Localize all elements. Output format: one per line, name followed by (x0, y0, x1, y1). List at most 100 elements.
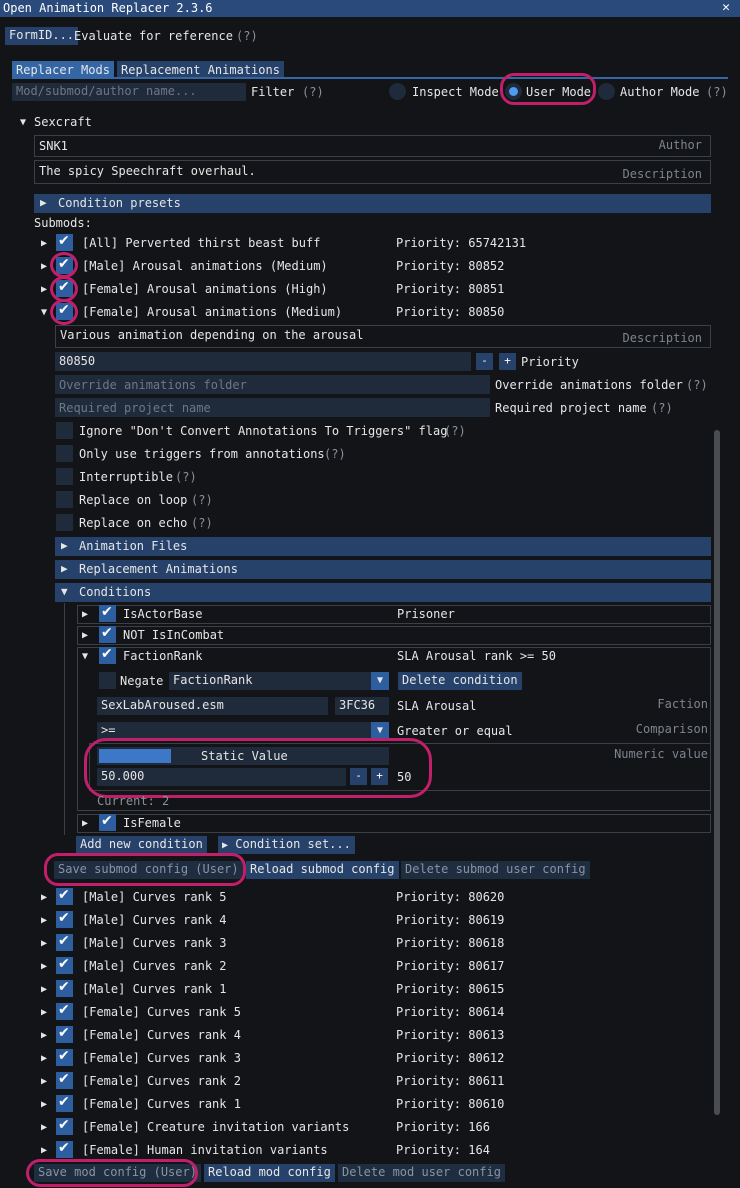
expand-right-icon[interactable]: ▶ (41, 892, 47, 903)
submod-name[interactable]: [Female] Curves rank 3 (82, 1051, 241, 1065)
submod-name[interactable]: [Female] Arousal animations (Medium) (82, 305, 342, 319)
option-help[interactable]: (?) (191, 516, 213, 530)
expand-right-icon[interactable]: ▶ (41, 1053, 47, 1064)
expand-right-icon[interactable]: ▶ (82, 609, 88, 620)
expand-right-icon[interactable]: ▶ (41, 1145, 47, 1156)
faction-file-input[interactable]: SexLabAroused.esm (97, 697, 328, 715)
project-name-help[interactable]: (?) (651, 401, 673, 415)
option-checkbox[interactable] (56, 491, 73, 508)
submod-name[interactable]: [Male] Curves rank 4 (82, 913, 227, 927)
expand-right-icon[interactable]: ▶ (41, 938, 47, 949)
add-condition-button[interactable]: Add new condition (76, 836, 207, 854)
author-field[interactable]: SNK1 Author (34, 135, 711, 157)
submod-checkbox[interactable] (56, 1048, 73, 1066)
conditions-header[interactable]: ▼ Conditions (55, 583, 711, 602)
submod-checkbox[interactable] (56, 1094, 73, 1112)
option-checkbox[interactable] (56, 445, 73, 462)
submod-checkbox[interactable] (56, 1002, 73, 1020)
submod-name[interactable]: [Female] Curves rank 5 (82, 1005, 241, 1019)
option-help[interactable]: (?) (175, 470, 197, 484)
submod-checkbox[interactable] (56, 1025, 73, 1043)
override-folder-input[interactable]: Override animations folder (55, 375, 490, 394)
reload-submod-config-button[interactable]: Reload submod config (246, 861, 399, 879)
submod-name[interactable]: [All] Perverted thirst beast buff (82, 236, 320, 250)
filter-input[interactable]: Mod/submod/author name... (12, 83, 246, 101)
faction-id-input[interactable]: 3FC36 (335, 697, 389, 715)
animation-files-header[interactable]: ▶ Animation Files (55, 537, 711, 556)
submod-checkbox[interactable] (56, 933, 73, 951)
project-name-input[interactable]: Required project name (55, 398, 490, 417)
submod-checkbox[interactable] (56, 956, 73, 974)
expand-icon[interactable]: ▼ (20, 117, 26, 128)
option-checkbox[interactable] (56, 468, 73, 485)
expand-right-icon[interactable]: ▶ (41, 915, 47, 926)
condition-checkbox[interactable] (99, 625, 116, 643)
condition-checkbox[interactable] (99, 813, 116, 831)
expand-down-icon[interactable]: ▼ (41, 307, 47, 318)
submod-name[interactable]: [Male] Arousal animations (Medium) (82, 259, 328, 273)
submod-description-field[interactable]: Various animation depending on the arous… (55, 325, 711, 348)
condition-checkbox[interactable] (99, 604, 116, 622)
close-icon[interactable]: ✕ (722, 0, 730, 15)
submod-name[interactable]: [Male] Curves rank 2 (82, 959, 227, 973)
priority-increment-button[interactable]: + (499, 353, 516, 370)
expand-right-icon[interactable]: ▶ (41, 284, 47, 295)
submod-name[interactable]: [Female] Curves rank 1 (82, 1097, 241, 1111)
submod-checkbox[interactable] (56, 979, 73, 997)
expand-right-icon[interactable]: ▶ (41, 1007, 47, 1018)
submod-name[interactable]: [Female] Curves rank 2 (82, 1074, 241, 1088)
user-mode-radio[interactable] (505, 83, 522, 100)
reload-mod-config-button[interactable]: Reload mod config (204, 1164, 335, 1182)
evaluate-help[interactable]: (?) (236, 29, 258, 43)
submod-checkbox[interactable] (56, 910, 73, 928)
option-help[interactable]: (?) (324, 447, 346, 461)
mod-name[interactable]: Sexcraft (34, 115, 92, 129)
expand-down-icon[interactable]: ▼ (82, 651, 88, 662)
priority-input[interactable]: 80850 (55, 352, 471, 371)
formid-button[interactable]: FormID... (5, 27, 79, 45)
filter-help[interactable]: (?) (302, 85, 324, 99)
condition-checkbox[interactable] (99, 646, 116, 664)
submod-checkbox[interactable] (56, 1117, 73, 1135)
option-checkbox[interactable] (56, 422, 73, 439)
condition-type-select[interactable]: FactionRank ▼ (169, 672, 389, 690)
condition-set-button[interactable]: ▶ Condition set... (218, 836, 355, 854)
submod-name[interactable]: [Male] Curves rank 5 (82, 890, 227, 904)
expand-right-icon[interactable]: ▶ (82, 818, 88, 829)
expand-right-icon[interactable]: ▶ (41, 1076, 47, 1087)
expand-right-icon[interactable]: ▶ (82, 630, 88, 641)
delete-submod-user-config-button[interactable]: Delete submod user config (401, 861, 590, 879)
scrollbar-thumb[interactable] (714, 430, 720, 1115)
condition-presets-header[interactable]: ▶ Condition presets (34, 194, 711, 213)
override-folder-help[interactable]: (?) (686, 378, 708, 392)
description-field[interactable]: The spicy Speechraft overhaul. Descripti… (34, 160, 711, 184)
delete-mod-user-config-button[interactable]: Delete mod user config (338, 1164, 505, 1182)
mode-help[interactable]: (?) (706, 85, 728, 99)
submod-checkbox[interactable] (56, 1140, 73, 1158)
expand-right-icon[interactable]: ▶ (41, 1030, 47, 1041)
submod-name[interactable]: [Male] Curves rank 3 (82, 936, 227, 950)
submod-name[interactable]: [Male] Curves rank 1 (82, 982, 227, 996)
replacement-animations-header[interactable]: ▶ Replacement Animations (55, 560, 711, 579)
submod-checkbox[interactable] (56, 233, 73, 251)
author-mode-radio[interactable] (598, 83, 615, 100)
expand-right-icon[interactable]: ▶ (41, 961, 47, 972)
inspect-mode-radio[interactable] (389, 83, 406, 100)
expand-right-icon[interactable]: ▶ (41, 238, 47, 249)
option-help[interactable]: (?) (444, 424, 466, 438)
submod-checkbox[interactable] (56, 887, 73, 905)
submod-name[interactable]: [Female] Human invitation variants (82, 1143, 328, 1157)
submod-name[interactable]: [Female] Curves rank 4 (82, 1028, 241, 1042)
submod-checkbox[interactable] (56, 1071, 73, 1089)
submod-name[interactable]: [Female] Creature invitation variants (82, 1120, 349, 1134)
expand-right-icon[interactable]: ▶ (41, 1122, 47, 1133)
submod-name[interactable]: [Female] Arousal animations (High) (82, 282, 328, 296)
expand-right-icon[interactable]: ▶ (41, 261, 47, 272)
expand-right-icon[interactable]: ▶ (41, 1099, 47, 1110)
priority-decrement-button[interactable]: - (476, 353, 493, 370)
delete-condition-button[interactable]: Delete condition (398, 672, 522, 690)
negate-checkbox[interactable] (99, 672, 116, 689)
expand-right-icon[interactable]: ▶ (41, 984, 47, 995)
option-help[interactable]: (?) (191, 493, 213, 507)
option-checkbox[interactable] (56, 514, 73, 531)
